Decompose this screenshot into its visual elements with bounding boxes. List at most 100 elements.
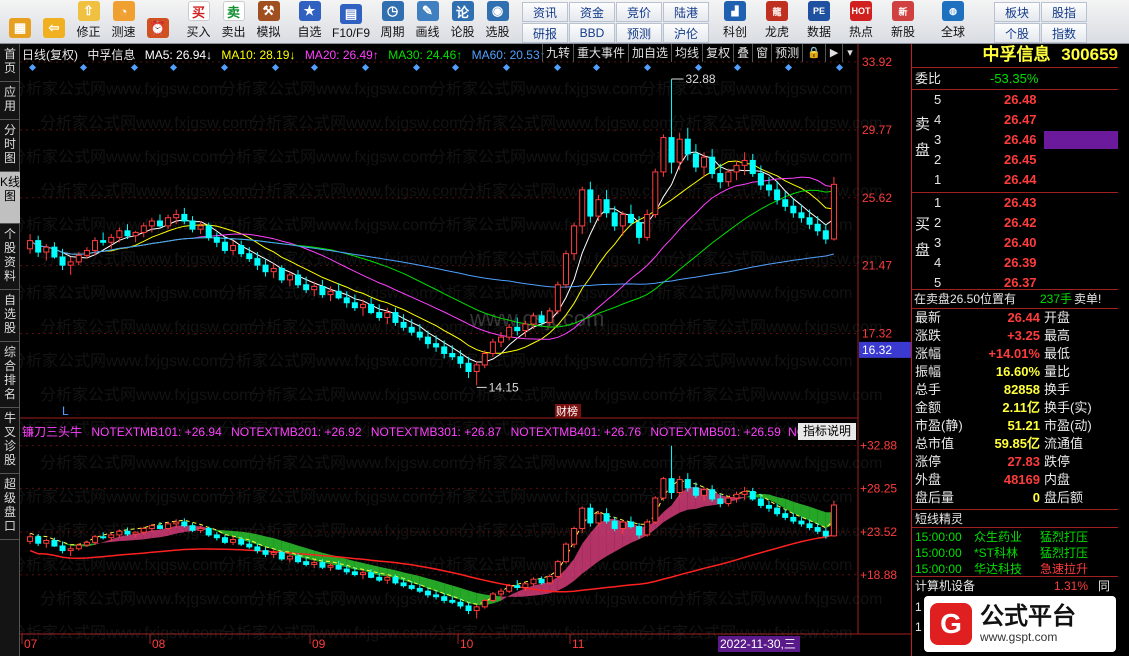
candle-body[interactable] xyxy=(595,199,602,217)
candle-body[interactable] xyxy=(286,274,293,281)
candle-body[interactable] xyxy=(148,220,155,227)
left-tab-6[interactable]: 综合排名 xyxy=(0,342,20,408)
candle-body[interactable] xyxy=(603,199,610,214)
toolbar-test-button[interactable]: ◔ 测速 xyxy=(107,1,140,43)
toolbar-sell-button[interactable]: 卖卖出 xyxy=(217,1,250,43)
bid-row[interactable]: 2 26.42 xyxy=(912,214,1118,232)
candle-body[interactable] xyxy=(351,302,358,309)
candle-body[interactable] xyxy=(530,315,537,325)
candle-body[interactable] xyxy=(221,241,228,251)
candle-body[interactable] xyxy=(668,137,675,163)
candle-body[interactable] xyxy=(814,223,821,232)
candle-body[interactable] xyxy=(449,352,456,358)
pin-icon[interactable]: ▶ xyxy=(824,44,842,62)
chart-btn-4[interactable]: 复权 xyxy=(702,44,733,62)
candle-body[interactable] xyxy=(100,240,107,243)
candle-body[interactable] xyxy=(538,315,545,323)
candle-body[interactable] xyxy=(27,240,34,250)
left-tab-0[interactable]: 首页 xyxy=(0,44,20,82)
ask-row[interactable]: 2 26.45 xyxy=(912,151,1118,169)
toolbar-tail-1-button[interactable]: 龍龙虎 xyxy=(758,1,796,43)
candle-body[interactable] xyxy=(359,303,366,309)
toolbar-modify-button[interactable]: ⇧ 修正 xyxy=(72,1,105,43)
left-tab-2[interactable]: 分时图 xyxy=(0,120,20,172)
left-tab-3[interactable]: K线图 xyxy=(0,172,20,224)
candle-body[interactable] xyxy=(579,189,586,227)
candle-body[interactable] xyxy=(790,205,797,214)
candle-body[interactable] xyxy=(230,245,237,251)
candle-body[interactable] xyxy=(822,230,829,240)
chart-btn-6[interactable]: 窗 xyxy=(752,44,771,62)
toolbar-tail-3-button[interactable]: HOT 热点 xyxy=(842,1,880,43)
arrow-icon[interactable]: ▾ xyxy=(842,44,857,62)
chart-btn-3[interactable]: 均线 xyxy=(671,44,702,62)
candle-body[interactable] xyxy=(571,225,578,255)
candle-body[interactable] xyxy=(173,213,180,219)
candle-body[interactable] xyxy=(335,290,342,299)
candle-body[interactable] xyxy=(701,156,708,168)
toolbar-cycle-button[interactable]: ◷ 周期 xyxy=(376,1,409,43)
chart-btn-5[interactable]: 叠 xyxy=(733,44,752,62)
candle-body[interactable] xyxy=(473,364,480,372)
toolbar-tail-2-button[interactable]: PE 数据 xyxy=(800,1,838,43)
candle-body[interactable] xyxy=(774,189,781,201)
candle-body[interactable] xyxy=(124,230,131,237)
candle-body[interactable] xyxy=(311,285,318,291)
toolbar-grid-4-button[interactable]: 研报 xyxy=(522,23,568,43)
toolbar-grid-7-button[interactable]: 沪伦 xyxy=(663,23,709,43)
candle-body[interactable] xyxy=(116,230,123,238)
toolbar-grid-5-button[interactable]: BBD xyxy=(569,23,615,43)
candle-body[interactable] xyxy=(782,199,789,207)
candle-body[interactable] xyxy=(262,264,269,273)
candle-body[interactable] xyxy=(278,267,285,281)
candle-body[interactable] xyxy=(165,217,172,227)
toolbar-grid-0-button[interactable]: 资讯 xyxy=(522,2,568,22)
candle-body[interactable] xyxy=(132,231,139,237)
candle-body[interactable] xyxy=(67,261,74,266)
toolbar-alarm-button[interactable]: ⏰ xyxy=(142,1,174,43)
candle-body[interactable] xyxy=(644,213,651,238)
toolbar-back-button[interactable]: ⇦ xyxy=(38,1,70,43)
candle-body[interactable] xyxy=(806,217,813,225)
ask-row[interactable]: 1 26.44 xyxy=(912,171,1118,189)
candle-body[interactable] xyxy=(717,173,724,183)
candle-body[interactable] xyxy=(798,212,805,219)
toolbar-grid-1-button[interactable]: 资金 xyxy=(569,2,615,22)
toolbar-watch-button[interactable]: ★ 自选 xyxy=(293,1,326,43)
toolbar-right-2-button[interactable]: 个股 xyxy=(994,23,1040,43)
candle-body[interactable] xyxy=(433,343,440,348)
toolbar-right-0-button[interactable]: 板块 xyxy=(994,2,1040,22)
candle-body[interactable] xyxy=(546,310,553,323)
candle-body[interactable] xyxy=(43,246,50,253)
candle-body[interactable] xyxy=(368,303,375,314)
candle-body[interactable] xyxy=(692,153,699,168)
candle-body[interactable] xyxy=(319,285,326,296)
candle-body[interactable] xyxy=(83,249,90,256)
left-tab-4[interactable]: 个股资料 xyxy=(0,224,20,290)
candle-body[interactable] xyxy=(205,225,212,238)
candle-body[interactable] xyxy=(270,267,277,273)
candle-body[interactable] xyxy=(246,253,253,260)
candle-body[interactable] xyxy=(392,312,399,323)
candle-body[interactable] xyxy=(181,213,188,222)
chart-btn-7[interactable]: 预测 xyxy=(771,44,802,62)
candle-body[interactable] xyxy=(830,183,837,240)
ask-row[interactable]: 3 26.46 xyxy=(912,131,1118,149)
candle-body[interactable] xyxy=(506,326,513,338)
candle-body[interactable] xyxy=(254,258,261,266)
toolbar-grid-2-button[interactable]: 竞价 xyxy=(616,2,662,22)
toolbar-right-1-button[interactable]: 股指 xyxy=(1041,2,1087,22)
candle-body[interactable] xyxy=(75,254,82,263)
candle-body[interactable] xyxy=(725,171,732,183)
candle-body[interactable] xyxy=(741,159,748,166)
left-tab-1[interactable]: 应用 xyxy=(0,82,20,120)
candle-body[interactable] xyxy=(636,222,643,238)
candle-body[interactable] xyxy=(465,362,472,372)
candle-body[interactable] xyxy=(140,225,147,233)
candle-body[interactable] xyxy=(676,138,683,163)
candle-body[interactable] xyxy=(303,284,310,291)
kline-chart-area[interactable]: 分析家公式网www.fxjgsw.com 分析家公式网www.fxjgsw.com… xyxy=(20,44,911,656)
candle-body[interactable] xyxy=(343,297,350,304)
candle-body[interactable] xyxy=(156,220,163,227)
toolbar-tail-0-button[interactable]: ▟ 科创 xyxy=(716,1,754,43)
